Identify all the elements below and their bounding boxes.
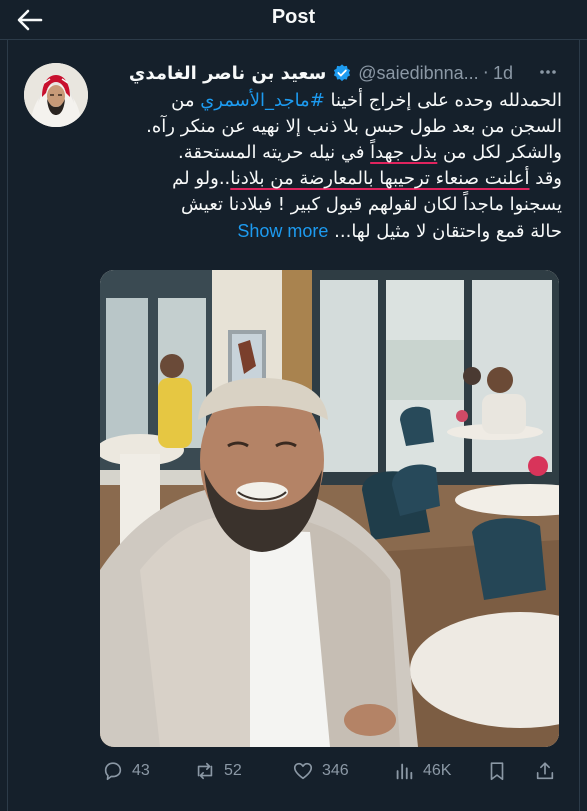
- view-count: 46K: [423, 762, 452, 779]
- tweet-line: والشكر لكل من بذل جهداً في نيله حريته ال…: [177, 142, 562, 163]
- like-button[interactable]: 346: [292, 755, 349, 787]
- like-count: 346: [322, 762, 349, 779]
- like-icon: [293, 762, 313, 780]
- reply-button[interactable]: 43: [102, 755, 150, 787]
- top-bar: Post: [0, 0, 587, 40]
- views-button[interactable]: 46K: [393, 755, 451, 787]
- action-bar: 43 52 346 46K: [0, 755, 587, 787]
- more-icon: [540, 70, 556, 74]
- author-name[interactable]: سعيد بن ناصر الغامدي: [129, 63, 326, 84]
- repost-button[interactable]: 52: [194, 755, 242, 787]
- timestamp[interactable]: 1d: [493, 63, 513, 84]
- divider: [579, 40, 580, 811]
- divider: [0, 39, 587, 40]
- tweet-photo[interactable]: [100, 270, 559, 747]
- more-button[interactable]: [538, 62, 558, 82]
- separator-dot: ·: [482, 62, 489, 83]
- tweet-line: وقد أعلنت صنعاء ترحيبها بالمعارضة من بلا…: [172, 168, 562, 189]
- bookmark-button[interactable]: [486, 755, 516, 787]
- share-icon: [536, 762, 554, 780]
- tweet-line: يسجنوا ماجداً لكان لقولهم قبول كبير ! فب…: [180, 194, 562, 215]
- avatar[interactable]: [24, 63, 88, 127]
- divider: [7, 40, 8, 811]
- repost-count: 52: [224, 762, 242, 779]
- reply-count: 43: [132, 762, 150, 779]
- tweet-text: الحمدلله وحده على إخراج أخينا #ماجد_الأس…: [100, 88, 562, 244]
- tweet-header: سعيد بن ناصر الغامدي @saiedibnna... · 1d: [129, 58, 513, 88]
- share-button[interactable]: [534, 755, 564, 787]
- page-title: Post: [271, 6, 316, 28]
- verified-badge-icon: [334, 64, 351, 82]
- reply-icon: [104, 762, 122, 781]
- tweet-line: السجن من بعد طول حبس بلا ذنب إلا نهيه عن…: [146, 116, 562, 137]
- bookmark-icon: [490, 762, 504, 781]
- author-handle[interactable]: @saiedibnna...: [358, 63, 478, 84]
- show-more-link[interactable]: Show more: [237, 221, 328, 241]
- underlined-text: بذل جهداً: [370, 142, 438, 163]
- underlined-text: أعلنت صنعاء ترحيبها بالمعارضة من بلادنا: [230, 168, 530, 189]
- tweet-line: الحمدلله وحده على إخراج أخينا #ماجد_الأس…: [171, 90, 562, 111]
- hashtag-link[interactable]: #ماجد_الأسمري: [200, 90, 325, 111]
- repost-icon: [197, 762, 213, 780]
- views-icon: [396, 763, 413, 780]
- tweet-line: حالة قمع واحتقان لا مثيل لها... Show mor…: [237, 221, 562, 242]
